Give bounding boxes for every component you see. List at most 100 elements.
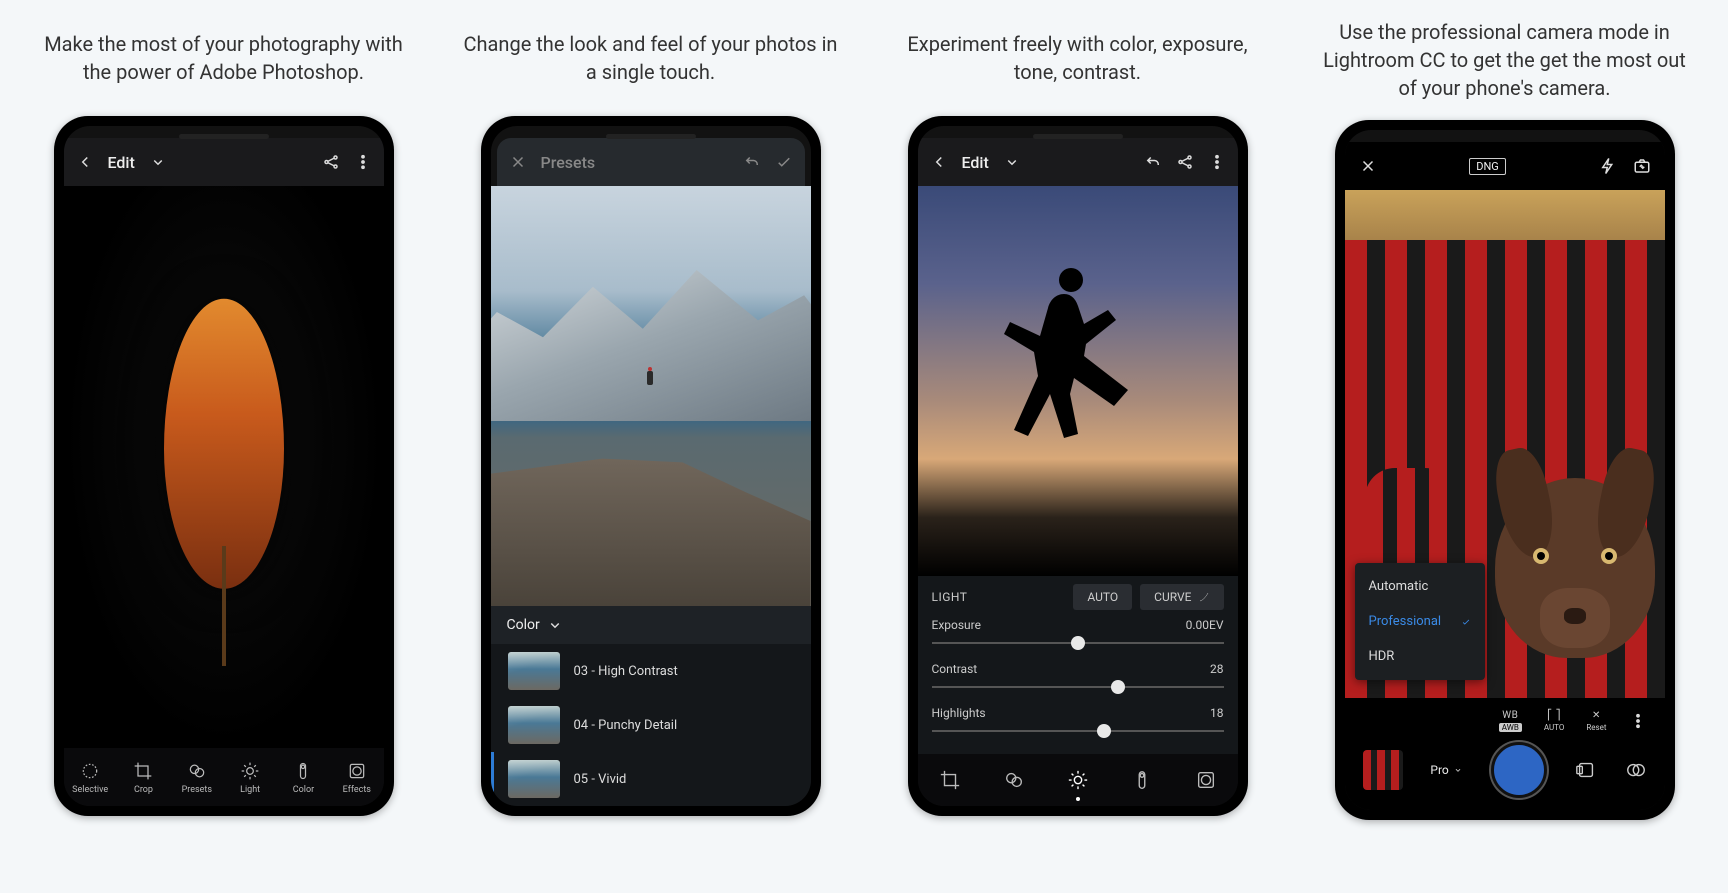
screen-1: Edit Selective (64, 126, 384, 806)
screen-4: DNG A (1345, 130, 1665, 810)
photo-fjord[interactable] (491, 186, 811, 606)
section-label: LIGHT (932, 590, 968, 604)
undo-icon[interactable] (1144, 153, 1162, 171)
reset-control[interactable]: ✕ Reset (1586, 710, 1606, 732)
tool-color[interactable]: Color (278, 760, 328, 795)
last-photo-thumb[interactable] (1363, 750, 1403, 790)
slider-value: 28 (1210, 662, 1224, 676)
slider-exposure[interactable]: Exposure 0.00EV (932, 618, 1224, 652)
tool-label: Color (293, 785, 314, 795)
light-panel: LIGHT AUTO CURVE Exposure 0.00EV Contrast… (918, 576, 1238, 754)
preset-vivid[interactable]: 05 - Vivid (491, 752, 811, 806)
presets-title: Presets (541, 153, 596, 172)
filters-icon[interactable] (1575, 759, 1597, 781)
presets-icon (186, 760, 208, 782)
share-icon[interactable] (1176, 153, 1194, 171)
screen-2: Presets Color 03 - High (491, 126, 811, 806)
phone-frame-2: Presets Color 03 - High (481, 116, 821, 816)
camera-settings-row: WB AWB ⎡ ⎤ AUTO ✕ Reset (1345, 706, 1665, 736)
check-icon[interactable] (775, 153, 793, 171)
slider-value: 0.00EV (1186, 618, 1224, 632)
more-icon[interactable] (354, 153, 372, 171)
preset-category-selector[interactable]: Color (491, 606, 811, 644)
panel-header: LIGHT AUTO CURVE (932, 584, 1224, 610)
tool-label: Crop (134, 785, 153, 795)
share-icon[interactable] (322, 153, 340, 171)
topbar-presets: Presets (497, 138, 805, 186)
light-icon[interactable] (1067, 769, 1089, 791)
screen-3: Edit LIGHT AUTO (918, 126, 1238, 806)
mode-hdr[interactable]: HDR (1355, 639, 1485, 674)
preset-thumb (508, 652, 560, 690)
edit-toolbar: Selective Crop Presets Light (64, 748, 384, 806)
preset-high-contrast[interactable]: 03 - High Contrast (491, 644, 811, 698)
slider-track[interactable] (932, 722, 1224, 740)
slider-name: Contrast (932, 662, 978, 676)
photo-leaf[interactable] (64, 186, 384, 748)
tool-label: Effects (343, 785, 371, 795)
column-3: Experiment freely with color, exposure, … (878, 0, 1278, 820)
dog (1475, 398, 1665, 658)
preset-thumb (508, 706, 560, 744)
tool-label: Presets (182, 785, 212, 795)
more-icon[interactable] (1208, 153, 1226, 171)
effects-icon[interactable] (1195, 769, 1217, 791)
edit-category-bar (918, 754, 1238, 806)
undo-icon[interactable] (743, 153, 761, 171)
preset-label: 03 - High Contrast (574, 664, 678, 679)
slider-contrast[interactable]: Contrast 28 (932, 662, 1224, 696)
chevron-down-icon[interactable] (149, 153, 167, 171)
presets-icon[interactable] (1003, 769, 1025, 791)
tool-light[interactable]: Light (225, 760, 275, 795)
camera-mode-menu: Automatic Professional HDR (1355, 563, 1485, 680)
preset-punchy-detail[interactable]: 04 - Punchy Detail (491, 698, 811, 752)
caption-3: Experiment freely with color, exposure, … (878, 18, 1278, 98)
mode-automatic[interactable]: Automatic (1355, 569, 1485, 604)
flash-icon[interactable] (1599, 157, 1617, 175)
dng-badge[interactable]: DNG (1469, 158, 1506, 175)
slider-knob[interactable] (1097, 724, 1111, 738)
mode-professional[interactable]: Professional (1355, 604, 1485, 639)
tool-presets[interactable]: Presets (172, 760, 222, 795)
slider-name: Exposure (932, 618, 981, 632)
slider-track[interactable] (932, 634, 1224, 652)
photo-sunset[interactable] (918, 186, 1238, 576)
caption-2: Change the look and feel of your photos … (451, 18, 851, 98)
curve-button[interactable]: CURVE (1140, 584, 1223, 610)
slider-knob[interactable] (1111, 680, 1125, 694)
slider-knob[interactable] (1071, 636, 1085, 650)
tool-effects[interactable]: Effects (332, 760, 382, 795)
preset-thumb (508, 760, 560, 798)
tool-label: Selective (72, 785, 108, 795)
slider-highlights[interactable]: Highlights18 (932, 706, 1224, 740)
column-4: Use the professional camera mode in Ligh… (1305, 0, 1705, 820)
camera-topbar: DNG (1345, 142, 1665, 190)
tool-selective[interactable]: Selective (65, 760, 115, 795)
shutter-button[interactable] (1491, 742, 1547, 798)
wb-control[interactable]: WB AWB (1499, 710, 1522, 732)
color-icon[interactable] (1131, 769, 1153, 791)
close-icon[interactable] (509, 153, 527, 171)
back-arrow-icon[interactable] (930, 153, 948, 171)
slider-track[interactable] (932, 678, 1224, 696)
tool-crop[interactable]: Crop (118, 760, 168, 795)
effects-icon (346, 760, 368, 782)
gallery-stage: Make the most of your photography with t… (0, 0, 1728, 820)
mode-selector[interactable]: Pro (1430, 763, 1462, 777)
mountain (491, 253, 811, 421)
screen-title[interactable]: Edit (962, 153, 989, 172)
auto-button[interactable]: AUTO (1073, 584, 1132, 610)
switch-camera-icon[interactable] (1633, 157, 1651, 175)
chevron-down-icon[interactable] (1003, 153, 1021, 171)
topbar-edit-2: Edit (918, 138, 1238, 186)
focus-control[interactable]: ⎡ ⎤ AUTO (1544, 710, 1565, 732)
crop-icon[interactable] (939, 769, 961, 791)
color-icon (292, 760, 314, 782)
column-1: Make the most of your photography with t… (24, 0, 424, 820)
overlap-icon[interactable] (1625, 759, 1647, 781)
screen-title[interactable]: Edit (108, 153, 135, 172)
phone-frame-3: Edit LIGHT AUTO (908, 116, 1248, 816)
back-arrow-icon[interactable] (76, 153, 94, 171)
more-icon[interactable] (1629, 712, 1647, 730)
close-icon[interactable] (1359, 157, 1377, 175)
